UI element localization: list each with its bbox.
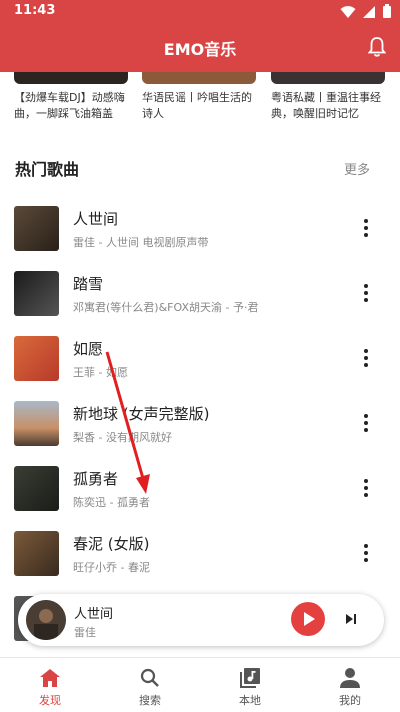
song-cover [14, 206, 59, 251]
song-row[interactable]: 踏雪 邓寓君(等什么君)&FOX胡天渝 - 予·君 [0, 261, 400, 325]
more-vert-icon[interactable] [362, 283, 370, 303]
song-subtitle: 梨香 - 没有期风就好 [73, 431, 172, 444]
app-title: EMO音乐 [163, 40, 237, 59]
song-cover [14, 531, 59, 576]
song-cover [14, 401, 59, 446]
bell-icon[interactable] [368, 36, 386, 58]
song-cover [14, 466, 59, 511]
song-title: 新地球 (女声完整版) [73, 405, 210, 423]
mini-player[interactable]: 人世间 雷佳 [18, 594, 384, 646]
song-row[interactable]: 人世间 雷佳 - 人世间 电视剧原声带 [0, 196, 400, 260]
status-icons [340, 4, 392, 19]
signal-icon [363, 5, 375, 18]
more-vert-icon[interactable] [362, 543, 370, 563]
nav-local[interactable]: 本地 [200, 658, 300, 712]
song-row[interactable]: 如愿 王菲 - 如愿 [0, 326, 400, 390]
song-title: 春泥 (女版) [73, 535, 150, 553]
song-row[interactable]: 春泥 (女版) 旺仔小乔 - 春泥 [0, 521, 400, 585]
bottom-nav: 发现 搜索 本地 我的 [0, 657, 400, 712]
playlist-card[interactable]: 【劲爆车载DJ】动感嗨曲，一脚踩飞油箱盖 [14, 72, 128, 124]
song-row[interactable]: 孤勇者 陈奕迅 - 孤勇者 [0, 456, 400, 520]
now-playing-title: 人世间 [74, 607, 114, 622]
song-subtitle: 陈奕迅 - 孤勇者 [73, 496, 150, 509]
home-icon [40, 669, 60, 687]
song-title: 人世间 [73, 210, 119, 228]
search-icon [140, 668, 159, 687]
song-title: 如愿 [73, 340, 104, 358]
more-vert-icon[interactable] [362, 348, 370, 368]
nav-label: 搜索 [139, 694, 161, 707]
song-cover [14, 271, 59, 316]
app-header: EMO音乐 [0, 24, 400, 72]
section-title: 热门歌曲 [15, 160, 80, 179]
playlist-cover [14, 72, 128, 84]
song-subtitle: 王菲 - 如愿 [73, 366, 128, 379]
song-row[interactable]: 新地球 (女声完整版) 梨香 - 没有期风就好 [0, 391, 400, 455]
person-icon [340, 668, 360, 688]
skip-next-icon [346, 614, 356, 624]
more-vert-icon[interactable] [362, 478, 370, 498]
playlist-banner-row: 【劲爆车载DJ】动感嗨曲，一脚踩飞油箱盖 华语民谣丨吟唱生活的诗人 粤语私藏丨重… [14, 72, 400, 134]
playlist-cover [271, 72, 385, 84]
playlist-cover [142, 72, 256, 84]
playlist-card-text: 【劲爆车载DJ】动感嗨曲，一脚踩飞油箱盖 [14, 91, 125, 120]
song-title: 孤勇者 [73, 470, 119, 488]
battery-icon [383, 4, 391, 18]
nav-search[interactable]: 搜索 [100, 658, 200, 712]
now-playing-artist: 雷佳 [74, 626, 96, 639]
wifi-icon [340, 5, 356, 18]
song-subtitle: 旺仔小乔 - 春泥 [73, 561, 150, 574]
playlist-card-text: 粤语私藏丨重温往事经典，唤醒旧时记忆 [271, 91, 381, 120]
playlist-card[interactable]: 华语民谣丨吟唱生活的诗人 [142, 72, 256, 124]
status-time: 11:43 [14, 3, 56, 18]
nav-label: 我的 [339, 694, 361, 707]
song-cover [14, 336, 59, 381]
play-button[interactable] [291, 602, 325, 636]
play-icon [304, 612, 315, 626]
playlist-card[interactable]: 粤语私藏丨重温往事经典，唤醒旧时记忆 [271, 72, 385, 124]
more-vert-icon[interactable] [362, 218, 370, 238]
next-button[interactable] [341, 609, 361, 629]
library-music-icon [240, 668, 260, 688]
song-title: 踏雪 [73, 275, 104, 293]
hot-songs-header: 热门歌曲 更多 [15, 156, 370, 180]
playlist-card-text: 华语民谣丨吟唱生活的诗人 [142, 91, 252, 120]
more-link[interactable]: 更多 [344, 159, 370, 178]
more-vert-icon[interactable] [362, 413, 370, 433]
now-playing-cover[interactable] [26, 600, 66, 640]
song-subtitle: 雷佳 - 人世间 电视剧原声带 [73, 236, 209, 249]
nav-label: 本地 [239, 694, 261, 707]
nav-label: 发现 [39, 694, 61, 707]
nav-mine[interactable]: 我的 [300, 658, 400, 712]
status-bar: 11:43 [0, 0, 400, 24]
nav-discover[interactable]: 发现 [0, 658, 100, 712]
song-subtitle: 邓寓君(等什么君)&FOX胡天渝 - 予·君 [73, 301, 259, 314]
